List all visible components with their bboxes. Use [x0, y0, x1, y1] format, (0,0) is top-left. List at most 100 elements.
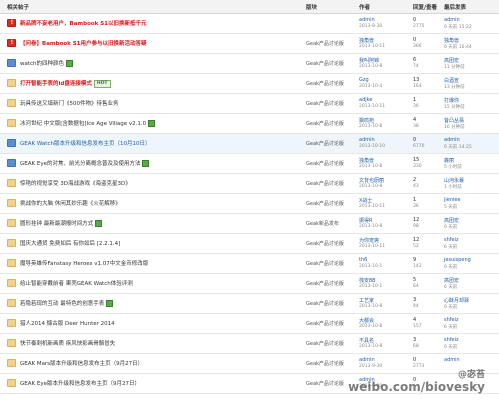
- last-poster-link[interactable]: 独角兽: [444, 37, 459, 44]
- thread-title-link[interactable]: 惊艳的视觉享受 3D海战游戏《海盗克星3D》: [20, 179, 131, 187]
- table-row[interactable]: 打开智能手表的id盘连接模式 HOT Geak产品讨论版 Gzg 2013-10-4 13…: [0, 74, 499, 94]
- last-poster-link[interactable]: 山河永暴: [444, 177, 464, 184]
- thread-title-link[interactable]: 打开智能手表的id盘连接模式 HOT: [20, 79, 111, 88]
- last-poster-link[interactable]: 昔凸丛翡: [444, 117, 464, 124]
- thread-title[interactable]: GEAK Eye版本升级和信息发布主页（9月27日）: [20, 381, 140, 387]
- thread-title-link[interactable]: 新品牌不妄老用户，Bambook S1以旧换新抵千元: [20, 19, 147, 27]
- table-row[interactable]: GEAK Mars版本升级和信息发布主页（9月27日） Geak产品讨论版 admi…: [0, 354, 499, 374]
- author-link[interactable]: 振得R: [359, 217, 372, 224]
- thread-title[interactable]: 冰河世纪 中文版[含数据包]Ice Age Village v2.1.0: [20, 121, 146, 127]
- author-link[interactable]: admin: [359, 357, 375, 363]
- thread-title-link[interactable]: 【问卷】Bambook S1用户参与以旧换新活动答疑: [20, 39, 147, 47]
- thread-title[interactable]: 猎人2014 慷古版 Deer Hunter 2014: [20, 321, 115, 327]
- last-poster-link[interactable]: shfeiz: [444, 237, 459, 243]
- author-link[interactable]: 独角兽: [359, 37, 374, 44]
- last-poster-link[interactable]: 心酥月却驿: [444, 297, 469, 304]
- thread-title-link[interactable]: 猎人2014 慷古版 Deer Hunter 2014: [20, 319, 115, 327]
- table-row[interactable]: 快节奏刺机新画质 疾风快影画骨骼冒失 Geak产品讨论版 不具名 2013-10-8 3…: [0, 334, 499, 354]
- thread-title[interactable]: 惊艳的视觉享受 3D海战游戏《海盗克星3D》: [20, 181, 131, 187]
- thread-title-link[interactable]: 国庆大通货 免费如后 有你如后 [2.2.1.4]: [20, 239, 120, 247]
- thread-title-link[interactable]: 圆形挂钟 最新最潮报时间方式: [20, 219, 103, 227]
- author-link[interactable]: adjke: [359, 97, 372, 103]
- board-link[interactable]: Geak产品讨论版: [306, 240, 344, 247]
- author-link[interactable]: Gzg: [359, 77, 369, 83]
- last-poster-link[interactable]: 高团宏: [444, 57, 459, 64]
- thread-title[interactable]: 玩具传送又填新门《500件物》待售业务: [20, 101, 119, 107]
- thread-title-link[interactable]: GEAK Mars版本升级和信息发布主页（9月27日）: [20, 359, 143, 367]
- board-link[interactable]: Geak产品讨论版: [306, 60, 344, 67]
- board-link[interactable]: Geak产品讨论版: [306, 360, 344, 367]
- author-link[interactable]: 工艺家: [359, 297, 374, 304]
- thread-title[interactable]: 打开智能手表的id盘连接模式: [20, 81, 92, 87]
- thread-title[interactable]: 新品牌不妄老用户，Bambook S1以旧换新抵千元: [20, 21, 147, 27]
- thread-title[interactable]: 若隐若现的互动 最特色的创意手表: [20, 301, 104, 307]
- thread-title-link[interactable]: 快节奏刺机新画质 疾风快影画骨骼冒失: [20, 339, 115, 347]
- board-link[interactable]: Geak产品讨论版: [306, 180, 344, 187]
- last-poster-link[interactable]: shfeiz: [444, 317, 459, 323]
- thread-title-link[interactable]: 挑战你的大脑 休闲其妙乐趣《火花解移》: [20, 199, 121, 207]
- board-link[interactable]: Geak产品讨论版: [306, 120, 344, 127]
- author-link[interactable]: 为你宠爽: [359, 237, 379, 244]
- board-link[interactable]: Geak产品讨论版: [306, 320, 344, 327]
- last-poster-link[interactable]: 白酒宣: [444, 77, 459, 84]
- thread-title[interactable]: watch的四种颜色: [20, 61, 64, 67]
- table-row[interactable]: 魔导英雄传Fanstasy Heroes v1.07中文金币修改版 Geak产品讨…: [0, 254, 499, 274]
- thread-title-link[interactable]: GEAK Watch版本升级和信息发布主页（10月10日）: [20, 139, 150, 147]
- last-poster-link[interactable]: admin: [444, 357, 460, 363]
- last-poster-link[interactable]: jesuispeng: [444, 257, 471, 263]
- board-link[interactable]: Geak产品讨论版: [306, 100, 344, 107]
- last-poster-link[interactable]: shfeiz: [444, 337, 459, 343]
- table-row[interactable]: GEAK Eye的对焦、前光分离概念普及及使用方法 Geak产品讨论版 独角兽 201…: [0, 154, 499, 174]
- thread-title[interactable]: 圆形挂钟 最新最潮报时间方式: [20, 221, 93, 227]
- thread-title[interactable]: 魔导英雄传Fanstasy Heroes v1.07中文金币修改版: [20, 261, 148, 267]
- board-link[interactable]: Geak产品讨论版: [306, 40, 344, 47]
- last-poster-link[interactable]: jieniee: [444, 197, 461, 203]
- thread-title[interactable]: GEAK Watch版本升级和信息发布主页（10月10日）: [20, 141, 150, 147]
- author-link[interactable]: 飘鸣宛: [359, 117, 374, 124]
- thread-title[interactable]: 快节奏刺机新画质 疾风快影画骨骼冒失: [20, 341, 115, 347]
- board-link[interactable]: Geak产品讨论版: [306, 160, 344, 167]
- thread-title-link[interactable]: 若隐若现的互动 最特色的创意手表: [20, 299, 114, 307]
- thread-title-link[interactable]: watch的四种颜色: [20, 59, 74, 67]
- thread-title[interactable]: GEAK Eye的对焦、前光分离概念普及及使用方法: [20, 161, 140, 167]
- thread-title-link[interactable]: GEAK Eye的对焦、前光分离概念普及及使用方法: [20, 159, 150, 167]
- thread-title[interactable]: 【问卷】Bambook S1用户参与以旧换新活动答疑: [20, 41, 147, 47]
- thread-title-link[interactable]: GEAK Eye版本升级和信息发布主页（9月27日）: [20, 379, 140, 387]
- last-poster-link[interactable]: 高团宏: [444, 217, 459, 224]
- last-poster-link[interactable]: admin: [444, 17, 460, 23]
- author-link[interactable]: admin: [359, 137, 375, 143]
- board-link[interactable]: Geak产品讨论版: [306, 260, 344, 267]
- last-poster-link[interactable]: admin: [444, 137, 460, 143]
- board-link[interactable]: Geak产品讨论版: [306, 340, 344, 347]
- thread-title-link[interactable]: 冰河世纪 中文版[含数据包]Ice Age Village v2.1.0: [20, 119, 156, 127]
- author-link[interactable]: th6: [359, 257, 367, 263]
- table-row[interactable]: 若隐若现的互动 最特色的创意手表 Geak产品讨论版 工艺家 2013-10-8 3 44…: [0, 294, 499, 314]
- board-link[interactable]: Geak产品讨论版: [306, 200, 344, 207]
- table-row[interactable]: 猎人2014 慷古版 Deer Hunter 2014 Geak产品讨论版 大都会 2…: [0, 314, 499, 334]
- table-row[interactable]: 给止智能穿戴前者 果壳GEAK Watch体验评测 Geak产品讨论版 栈安8B 20…: [0, 274, 499, 294]
- thread-title[interactable]: 给止智能穿戴前者 果壳GEAK Watch体验评测: [20, 281, 133, 287]
- author-link[interactable]: admin: [359, 17, 375, 23]
- author-link[interactable]: 文背也厨丽: [359, 177, 384, 184]
- author-link[interactable]: 栈安8B: [359, 277, 376, 284]
- author-link[interactable]: 独角兽: [359, 157, 374, 164]
- last-poster-link[interactable]: 打爆你: [444, 97, 459, 104]
- table-row[interactable]: 国庆大通货 免费如后 有你如后 [2.2.1.4] Geak产品讨论版 为你宠爽 20…: [0, 234, 499, 254]
- author-link[interactable]: X战士: [359, 197, 372, 204]
- board-link[interactable]: Geak产品讨论版: [306, 140, 344, 147]
- thread-title[interactable]: GEAK Mars版本升级和信息发布主页（9月27日）: [20, 361, 143, 367]
- table-row[interactable]: GEAK Watch版本升级和信息发布主页（10月10日） Geak产品讨论版 ad…: [0, 134, 499, 154]
- table-row[interactable]: 新品牌不妄老用户，Bambook S1以旧换新抵千元admin2013-8-30…: [0, 14, 499, 34]
- board-link[interactable]: Geak产品讨论版: [306, 80, 344, 87]
- last-poster-link[interactable]: 高团宏: [444, 277, 459, 284]
- table-row[interactable]: 挑战你的大脑 休闲其妙乐趣《火花解移》 Geak产品讨论版 X战士 2013-10-1…: [0, 194, 499, 214]
- thread-title[interactable]: 挑战你的大脑 休闲其妙乐趣《火花解移》: [20, 201, 121, 207]
- table-row[interactable]: 圆形挂钟 最新最潮报时间方式 Geak新品发布 振得R 2013-10-8 12 98 高团…: [0, 214, 499, 234]
- board-link[interactable]: Geak产品讨论版: [306, 300, 344, 307]
- table-row[interactable]: watch的四种颜色 Geak产品讨论版 我叫阿锦 2013-10-8 6 74 高团宏 11…: [0, 54, 499, 74]
- thread-title-link[interactable]: 给止智能穿戴前者 果壳GEAK Watch体验评测: [20, 279, 133, 287]
- board-link[interactable]: Geak新品发布: [306, 220, 339, 227]
- table-row[interactable]: 玩具传送又填新门《500件物》待售业务 Geak产品讨论版 adjke 2013-10…: [0, 94, 499, 114]
- table-row[interactable]: 惊艳的视觉享受 3D海战游戏《海盗克星3D》 Geak产品讨论版 文背也厨丽 2013…: [0, 174, 499, 194]
- author-link[interactable]: 不具名: [359, 337, 374, 344]
